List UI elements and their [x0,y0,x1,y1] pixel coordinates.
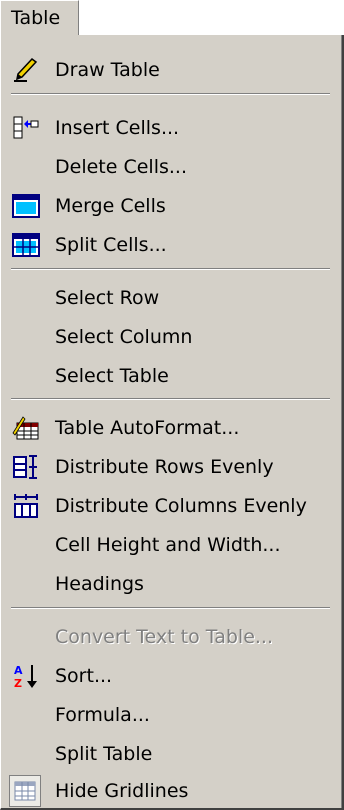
menu-title-table[interactable]: Table [0,0,79,36]
menu-item-formula[interactable]: Formula... [1,695,342,734]
svg-text:Z: Z [14,677,22,690]
menu-item-convert-text-to-table: Convert Text to Table... [55,625,273,648]
menu-title-label: Table [11,7,61,29]
distribute-rows-icon [11,452,41,482]
menu-item-split-cells[interactable]: Split Cells... [1,225,342,264]
merge-cells-icon [11,191,41,221]
menu-separator [11,268,330,270]
menu-item-insert-cells[interactable]: Insert Cells... [1,108,342,147]
menu-item-headings[interactable]: Headings [1,564,342,603]
menu-item-split-table[interactable]: Split Table [1,734,342,773]
menu-item-select-row[interactable]: Select Row [1,278,342,317]
menu-item-draw-table[interactable]: Draw Table [1,50,342,89]
menu-item-distribute-rows[interactable]: Distribute Rows Evenly [1,447,342,486]
menu-item-merge-cells[interactable]: Merge Cells [1,186,342,225]
split-cells-icon [11,230,41,260]
menu-item-distribute-columns[interactable]: Distribute Columns Evenly [1,486,342,525]
menu-separator [11,398,330,400]
menu-item-select-column[interactable]: Select Column [1,317,342,356]
menu-item-hide-gridlines[interactable]: Hide Gridlines [1,771,342,810]
sort-az-icon: A Z [11,661,41,691]
menu-item-select-table[interactable]: Select Table [1,356,342,395]
svg-text:A: A [14,664,23,677]
menu-separator [11,93,330,95]
insert-cells-icon [11,113,41,143]
menu-item-delete-cells[interactable]: Delete Cells... [1,147,342,186]
table-autoformat-icon [11,413,41,443]
table-menu-dropdown: Draw Table Insert Cells... Delete Cells.… [0,35,344,810]
distribute-columns-icon [11,491,41,521]
pencil-icon [11,55,41,85]
menu-item-table-autoformat[interactable]: Table AutoFormat... [1,408,342,447]
gridlines-icon [9,775,41,807]
menu-separator [11,607,330,609]
menu-item-sort[interactable]: A Z Sort... [1,656,342,695]
menu-item-cell-height-width[interactable]: Cell Height and Width... [1,525,342,564]
